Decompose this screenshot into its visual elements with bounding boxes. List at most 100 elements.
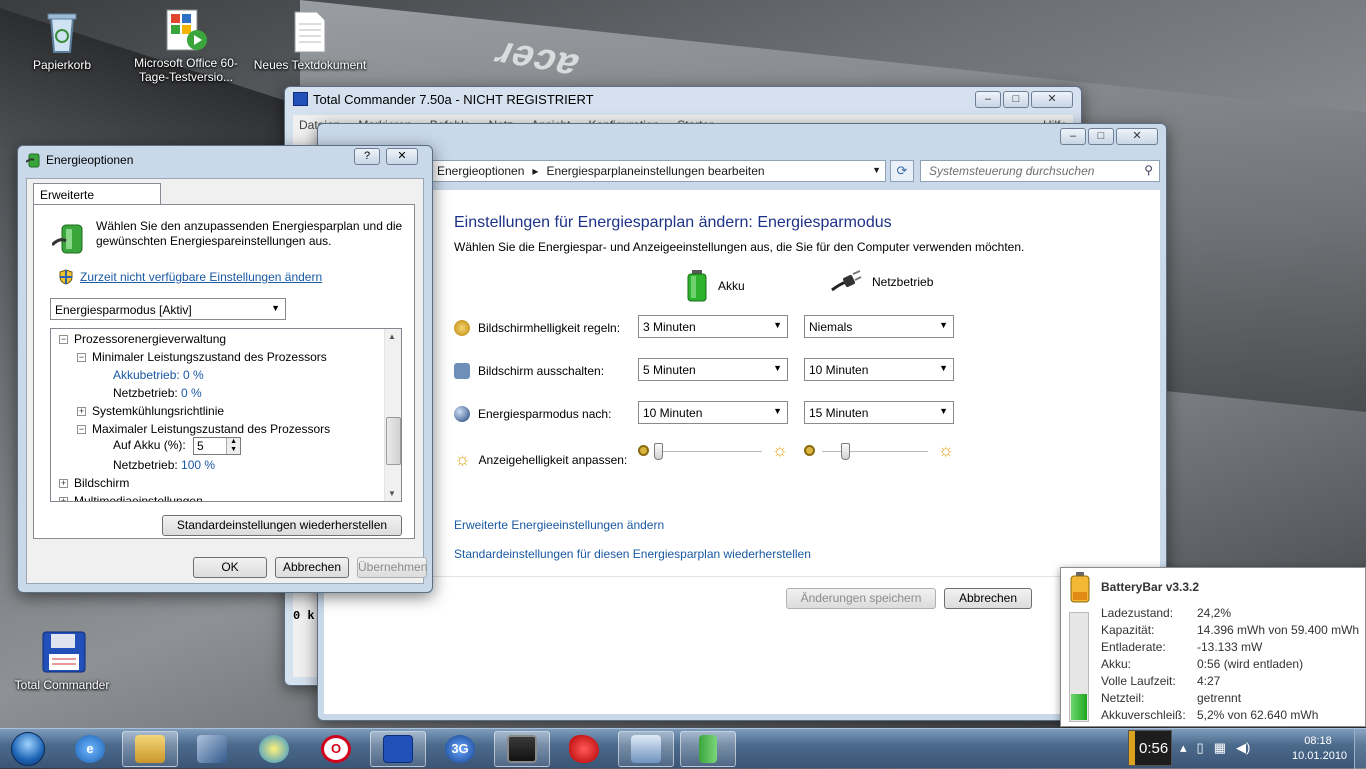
tree-label: Bildschirm <box>74 476 130 490</box>
refresh-button[interactable]: ⟳ <box>890 160 914 182</box>
info-row: Volle Laufzeit: 4:27 <box>1101 674 1220 688</box>
settings-tree[interactable]: − Prozessorenergieverwaltung − Minimaler L… <box>50 328 402 502</box>
tree-node-min-state[interactable]: − Minimaler Leistungszustand des Prozesso… <box>77 350 327 364</box>
tree-node-min-battery[interactable]: Akkubetrieb: 0 % <box>113 368 204 382</box>
system-clock[interactable]: 08:18 10.01.2010 <box>1292 734 1347 764</box>
battery-tray-icon[interactable]: ▯ <box>1197 740 1204 756</box>
dim-plugged-select[interactable]: Niemals ▼ <box>804 315 954 338</box>
chevron-down-icon: ▼ <box>773 406 782 416</box>
spinner-arrows-icon[interactable]: ▲ ▼ <box>226 438 241 454</box>
collapse-icon[interactable]: − <box>77 353 86 362</box>
expand-icon[interactable]: + <box>77 407 86 416</box>
display-off-plugged-select[interactable]: 10 Minuten ▼ <box>804 358 954 381</box>
close-button[interactable]: ✕ <box>1031 91 1073 108</box>
scroll-up-icon[interactable]: ▲ <box>388 332 396 341</box>
tree-label: Netzbetrieb: <box>113 458 178 472</box>
chevron-down-icon[interactable]: ▼ <box>872 165 881 175</box>
maximize-button[interactable]: □ <box>1088 128 1114 145</box>
desktop-icon-recycle-bin[interactable]: Papierkorb <box>2 10 122 72</box>
control-panel-window[interactable]: – □ ✕ Energieoptionen ▸ Energiesparplane… <box>317 123 1167 721</box>
uac-settings-link[interactable]: Zurzeit nicht verfügbare Einstellungen ä… <box>80 270 322 284</box>
taskbar-app[interactable] <box>246 731 302 767</box>
tree-node-min-plugged[interactable]: Netzbetrieb: 0 % <box>113 386 202 400</box>
minimize-button[interactable]: – <box>1060 128 1086 145</box>
power-plan-select[interactable]: Energiesparmodus [Aktiv] ▼ <box>50 298 286 320</box>
chevron-right-icon[interactable]: ▸ <box>532 164 538 178</box>
media-icon <box>259 735 289 763</box>
scroll-down-icon[interactable]: ▼ <box>388 489 396 498</box>
search-input[interactable]: Systemsteuerung durchsuchen ⚲ <box>920 160 1160 182</box>
show-desktop-button[interactable] <box>1354 729 1366 769</box>
restore-defaults-link[interactable]: Standardeinstellungen für diesen Energie… <box>454 547 811 561</box>
tree-value[interactable]: 0 % <box>183 368 204 382</box>
tab-advanced[interactable]: Erweiterte Einstellungen <box>33 183 161 216</box>
taskbar-app[interactable] <box>494 731 550 767</box>
apply-button[interactable]: Übernehmen <box>357 557 427 578</box>
ok-button[interactable]: OK <box>193 557 267 578</box>
sun-large-icon: ☼ <box>937 440 955 460</box>
cancel-button[interactable]: Abbrechen <box>275 557 349 578</box>
power-options-icon <box>699 735 717 763</box>
sleep-plugged-select[interactable]: 15 Minuten ▼ <box>804 401 954 424</box>
max-battery-spinner[interactable]: 5 ▲ ▼ <box>193 437 242 455</box>
column-header-plugged: Netzbetrieb <box>830 270 933 294</box>
close-button[interactable]: ✕ <box>386 148 418 165</box>
taskbar-app[interactable]: O <box>308 731 364 767</box>
tree-scrollbar[interactable]: ▲ ▼ <box>384 329 401 501</box>
scroll-thumb[interactable] <box>386 417 401 465</box>
info-row: Entladerate: -13.133 mW <box>1101 640 1262 654</box>
desktop-icon-office[interactable]: Microsoft Office 60-Tage-Testversio... <box>126 8 246 84</box>
advanced-settings-link[interactable]: Erweiterte Energieeinstellungen ändern <box>454 518 664 532</box>
minimize-button[interactable]: – <box>975 91 1001 108</box>
battery-time-indicator[interactable]: 0:56 <box>1128 730 1172 766</box>
desktop-icon-text-document[interactable]: Neues Textdokument <box>250 10 370 72</box>
tree-node-display[interactable]: + Bildschirm <box>59 476 129 490</box>
tree-node-max-battery[interactable]: Auf Akku (%): 5 ▲ ▼ <box>113 437 242 455</box>
taskbar-app[interactable] <box>618 731 674 767</box>
tree-node-cpu[interactable]: − Prozessorenergieverwaltung <box>59 332 226 346</box>
expand-icon[interactable]: + <box>59 497 68 501</box>
expand-icon[interactable]: + <box>59 479 68 488</box>
start-button[interactable] <box>4 730 52 768</box>
tree-node-multimedia[interactable]: + Multimediaeinstellungen <box>59 494 203 501</box>
brightness-plugged-slider[interactable]: ☼ <box>804 440 954 464</box>
text-document-icon <box>289 10 331 54</box>
taskbar-app[interactable] <box>184 731 240 767</box>
collapse-icon[interactable]: − <box>59 335 68 344</box>
brightness-battery-slider[interactable]: ☼ <box>638 440 788 464</box>
slider-thumb[interactable] <box>841 443 851 460</box>
breadcrumb-item[interactable]: Energieoptionen <box>437 164 524 178</box>
desktop-icon-total-commander[interactable]: Total Commander <box>2 630 122 692</box>
help-button[interactable]: ? <box>354 148 380 165</box>
info-key: Kapazität: <box>1101 623 1155 637</box>
taskbar-app[interactable] <box>370 731 426 767</box>
address-bar[interactable]: Energieoptionen ▸ Energiesparplaneinstel… <box>430 160 886 182</box>
close-button[interactable]: ✕ <box>1116 128 1158 145</box>
tree-node-max-state[interactable]: − Maximaler Leistungszustand des Prozesso… <box>77 422 330 436</box>
tree-value[interactable]: 0 % <box>181 386 202 400</box>
power-options-dialog[interactable]: Energieoptionen ? ✕ Erweiterte Einstellu… <box>17 145 433 593</box>
sleep-battery-select[interactable]: 10 Minuten ▼ <box>638 401 788 424</box>
chevron-down-icon: ▼ <box>271 303 280 313</box>
slider-thumb[interactable] <box>654 443 664 460</box>
display-off-battery-select[interactable]: 5 Minuten ▼ <box>638 358 788 381</box>
search-icon[interactable]: ⚲ <box>1144 163 1153 177</box>
collapse-icon[interactable]: − <box>77 425 86 434</box>
network-icon[interactable]: ▦ <box>1214 740 1226 756</box>
cancel-button[interactable]: Abbrechen <box>944 588 1032 609</box>
restore-defaults-button[interactable]: Standardeinstellungen wiederherstellen <box>162 515 402 536</box>
taskbar-app[interactable] <box>556 731 612 767</box>
breadcrumb-item[interactable]: Energiesparplaneinstellungen bearbeiten <box>546 164 764 178</box>
taskbar-app[interactable]: e <box>62 731 118 767</box>
tree-node-cooling[interactable]: + Systemkühlungsrichtlinie <box>77 404 224 418</box>
taskbar-app[interactable]: 3G <box>432 731 488 767</box>
chevron-up-icon[interactable]: ▴ <box>1180 740 1187 756</box>
dim-battery-select[interactable]: 3 Minuten ▼ <box>638 315 788 338</box>
tree-node-max-plugged[interactable]: Netzbetrieb: 100 % <box>113 458 215 472</box>
save-changes-button[interactable]: Änderungen speichern <box>786 588 936 609</box>
taskbar-app[interactable] <box>122 731 178 767</box>
volume-icon[interactable]: ◀) <box>1236 740 1250 756</box>
taskbar-app[interactable] <box>680 731 736 767</box>
tree-value[interactable]: 100 % <box>181 458 215 472</box>
maximize-button[interactable]: □ <box>1003 91 1029 108</box>
